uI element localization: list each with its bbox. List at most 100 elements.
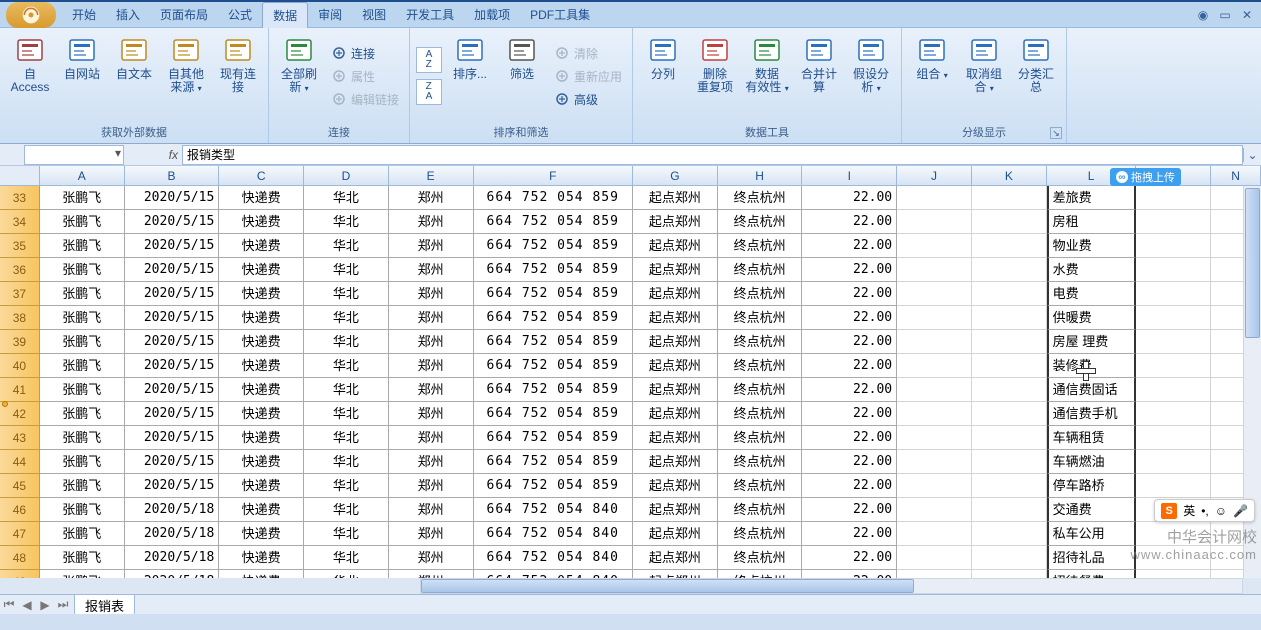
cell-K[interactable] bbox=[972, 330, 1047, 354]
ribbon-btn-web[interactable]: 自网站 bbox=[58, 32, 106, 83]
cell-I[interactable]: 22.00 bbox=[802, 282, 897, 306]
upload-badge[interactable]: ∞ 拖拽上传 bbox=[1110, 168, 1181, 186]
cell-F[interactable]: 664 752 054 859 bbox=[474, 474, 633, 498]
cell-K[interactable] bbox=[972, 186, 1047, 210]
col-header-B[interactable]: B bbox=[125, 166, 220, 185]
cell-C[interactable]: 快递费 bbox=[219, 258, 304, 282]
cell-L[interactable]: 通信费固话 bbox=[1047, 378, 1137, 402]
row-header[interactable]: 39 bbox=[0, 330, 40, 354]
cell-E[interactable]: 郑州 bbox=[389, 546, 474, 570]
row-header[interactable]: 40 bbox=[0, 354, 40, 378]
tab-4[interactable]: 数据 bbox=[262, 2, 308, 28]
cell-J[interactable] bbox=[897, 426, 972, 450]
cell-M[interactable] bbox=[1136, 258, 1211, 282]
sheet-nav-last[interactable]: ⏭ bbox=[54, 597, 72, 612]
cell-F[interactable]: 664 752 054 859 bbox=[474, 186, 633, 210]
cell-G[interactable]: 起点郑州 bbox=[633, 450, 718, 474]
cell-I[interactable]: 22.00 bbox=[802, 330, 897, 354]
cell-L[interactable]: 差旅费 bbox=[1047, 186, 1137, 210]
cell-A[interactable]: 张鹏飞 bbox=[40, 210, 125, 234]
cell-D[interactable]: 华北 bbox=[304, 426, 389, 450]
cell-F[interactable]: 664 752 054 859 bbox=[474, 354, 633, 378]
table-row[interactable]: 39张鹏飞2020/5/15快递费华北郑州664 752 054 859起点郑州… bbox=[0, 330, 1261, 354]
cell-I[interactable]: 22.00 bbox=[802, 522, 897, 546]
ribbon-btn-conn[interactable]: 现有连接 bbox=[214, 32, 262, 96]
table-row[interactable]: 48张鹏飞2020/5/18快递费华北郑州664 752 054 840起点郑州… bbox=[0, 546, 1261, 570]
cell-L[interactable]: 交通费 bbox=[1047, 498, 1137, 522]
cell-D[interactable]: 华北 bbox=[304, 522, 389, 546]
cell-I[interactable]: 22.00 bbox=[802, 450, 897, 474]
fx-icon[interactable]: fx bbox=[124, 148, 182, 162]
cell-K[interactable] bbox=[972, 402, 1047, 426]
cell-A[interactable]: 张鹏飞 bbox=[40, 378, 125, 402]
help-icon[interactable]: ◉ bbox=[1195, 8, 1211, 22]
grid-rows[interactable]: 33张鹏飞2020/5/15快递费华北郑州664 752 054 859起点郑州… bbox=[0, 186, 1261, 594]
cell-A[interactable]: 张鹏飞 bbox=[40, 354, 125, 378]
cell-M[interactable] bbox=[1136, 474, 1211, 498]
ribbon-btn-text[interactable]: 自文本 bbox=[110, 32, 158, 83]
cell-D[interactable]: 华北 bbox=[304, 234, 389, 258]
table-row[interactable]: 34张鹏飞2020/5/15快递费华北郑州664 752 054 859起点郑州… bbox=[0, 210, 1261, 234]
cell-A[interactable]: 张鹏飞 bbox=[40, 234, 125, 258]
cell-I[interactable]: 22.00 bbox=[802, 546, 897, 570]
cell-F[interactable]: 664 752 054 859 bbox=[474, 210, 633, 234]
cell-H[interactable]: 终点杭州 bbox=[718, 426, 803, 450]
vscroll-thumb[interactable] bbox=[1245, 188, 1260, 338]
cell-C[interactable]: 快递费 bbox=[219, 474, 304, 498]
table-row[interactable]: 46张鹏飞2020/5/18快递费华北郑州664 752 054 840起点郑州… bbox=[0, 498, 1261, 522]
cell-H[interactable]: 终点杭州 bbox=[718, 234, 803, 258]
col-header-N[interactable]: N bbox=[1211, 166, 1261, 185]
row-header[interactable]: 33 bbox=[0, 186, 40, 210]
row-header[interactable]: 45 bbox=[0, 474, 40, 498]
cell-D[interactable]: 华北 bbox=[304, 210, 389, 234]
tab-6[interactable]: 视图 bbox=[352, 2, 396, 28]
ime-smiley-icon[interactable]: ☺ bbox=[1215, 504, 1227, 518]
cell-C[interactable]: 快递费 bbox=[219, 522, 304, 546]
ime-mic-icon[interactable]: 🎤 bbox=[1233, 504, 1248, 518]
cell-G[interactable]: 起点郑州 bbox=[633, 354, 718, 378]
row-header[interactable]: 48 bbox=[0, 546, 40, 570]
sheet-tab[interactable]: 报销表 bbox=[74, 594, 135, 615]
cell-J[interactable] bbox=[897, 546, 972, 570]
table-row[interactable]: 47张鹏飞2020/5/18快递费华北郑州664 752 054 840起点郑州… bbox=[0, 522, 1261, 546]
cell-J[interactable] bbox=[897, 306, 972, 330]
cell-M[interactable] bbox=[1136, 402, 1211, 426]
cell-K[interactable] bbox=[972, 498, 1047, 522]
ribbon-btn-refresh[interactable]: 全部刷新 ▾ bbox=[275, 32, 323, 97]
cell-G[interactable]: 起点郑州 bbox=[633, 258, 718, 282]
cell-F[interactable]: 664 752 054 859 bbox=[474, 306, 633, 330]
cell-D[interactable]: 华北 bbox=[304, 306, 389, 330]
cell-C[interactable]: 快递费 bbox=[219, 450, 304, 474]
cell-G[interactable]: 起点郑州 bbox=[633, 234, 718, 258]
expand-formula-icon[interactable]: ⌄ bbox=[1243, 148, 1261, 162]
cell-F[interactable]: 664 752 054 840 bbox=[474, 498, 633, 522]
cell-F[interactable]: 664 752 054 859 bbox=[474, 378, 633, 402]
row-header[interactable]: 44 bbox=[0, 450, 40, 474]
cell-A[interactable]: 张鹏飞 bbox=[40, 402, 125, 426]
cell-C[interactable]: 快递费 bbox=[219, 186, 304, 210]
cell-C[interactable]: 快递费 bbox=[219, 498, 304, 522]
row-header[interactable]: 35 bbox=[0, 234, 40, 258]
cell-K[interactable] bbox=[972, 426, 1047, 450]
cell-C[interactable]: 快递费 bbox=[219, 234, 304, 258]
cell-H[interactable]: 终点杭州 bbox=[718, 186, 803, 210]
cell-E[interactable]: 郑州 bbox=[389, 426, 474, 450]
cell-M[interactable] bbox=[1136, 330, 1211, 354]
cell-E[interactable]: 郑州 bbox=[389, 354, 474, 378]
cell-B[interactable]: 2020/5/15 bbox=[125, 330, 220, 354]
cell-A[interactable]: 张鹏飞 bbox=[40, 306, 125, 330]
cell-L[interactable]: 装修费 bbox=[1047, 354, 1137, 378]
ribbon-sm-adv[interactable]: 高级 bbox=[550, 89, 626, 110]
cell-J[interactable] bbox=[897, 378, 972, 402]
office-button[interactable] bbox=[6, 2, 56, 28]
formula-input[interactable]: 报销类型 bbox=[182, 145, 1243, 165]
row-header[interactable]: 43 bbox=[0, 426, 40, 450]
cell-B[interactable]: 2020/5/15 bbox=[125, 378, 220, 402]
table-row[interactable]: 41张鹏飞2020/5/15快递费华北郑州664 752 054 859起点郑州… bbox=[0, 378, 1261, 402]
col-header-F[interactable]: F bbox=[474, 166, 633, 185]
sheet-nav-prev[interactable]: ◀ bbox=[18, 598, 36, 612]
cell-F[interactable]: 664 752 054 859 bbox=[474, 258, 633, 282]
cell-H[interactable]: 终点杭州 bbox=[718, 402, 803, 426]
tab-3[interactable]: 公式 bbox=[218, 2, 262, 28]
hscroll-track[interactable] bbox=[420, 578, 1243, 594]
